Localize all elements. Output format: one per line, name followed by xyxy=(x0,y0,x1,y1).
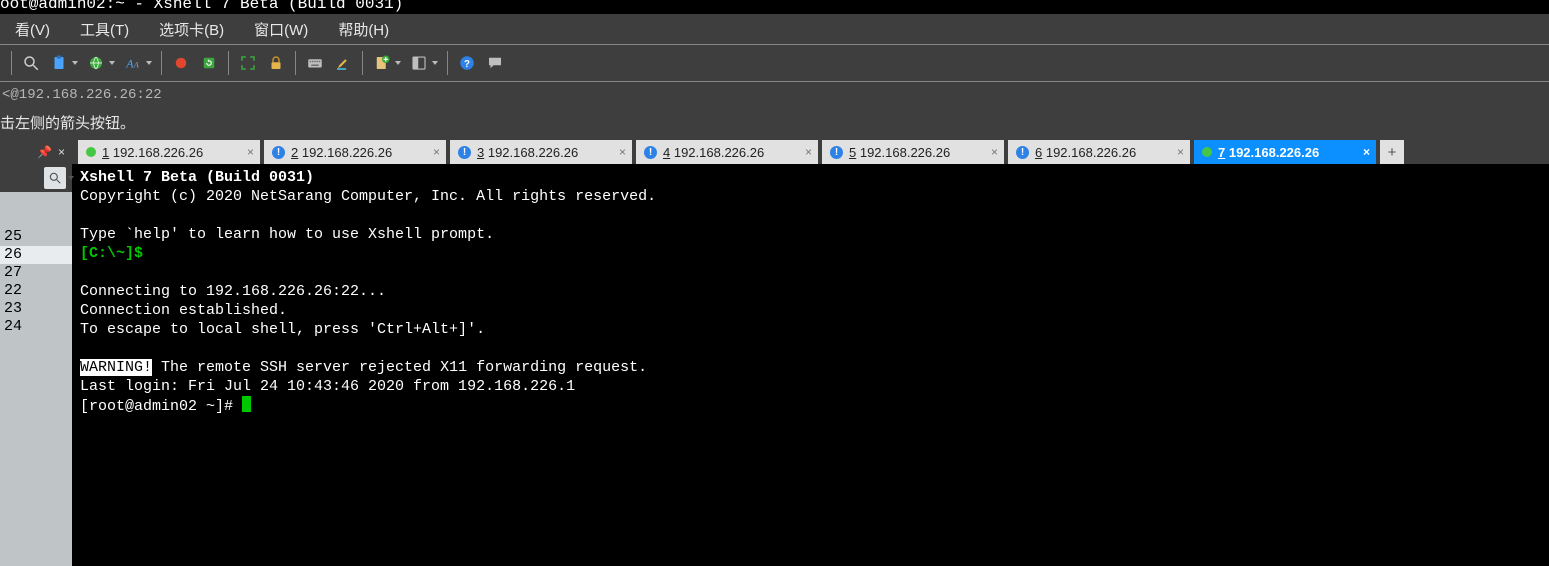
toolbar-separator xyxy=(11,51,12,75)
tab-strip: 1 192.168.226.26 ×! 2 192.168.226.26 ×! 3 19… xyxy=(72,140,1549,164)
term-warning-badge: WARNING! xyxy=(80,359,152,376)
term-line: To escape to local shell, press 'Ctrl+Al… xyxy=(80,321,485,338)
tab-label: 7 192.168.226.26 xyxy=(1218,145,1357,160)
refresh-icon[interactable] xyxy=(196,50,222,76)
term-prompt: [C:\~]$ xyxy=(80,245,143,262)
window-title: oot@admin02:~ - Xshell 7 Beta (Build 003… xyxy=(0,0,1549,14)
tab-close-icon[interactable]: × xyxy=(805,145,812,159)
tab-label: 5 192.168.226.26 xyxy=(849,145,985,160)
sidebar-session-item[interactable]: 22 xyxy=(0,282,72,300)
keyboard-icon[interactable] xyxy=(302,50,328,76)
term-line: Connecting to 192.168.226.26:22... xyxy=(80,283,386,300)
toolbar-separator xyxy=(228,51,229,75)
dropdown-icon[interactable] xyxy=(146,61,152,65)
alert-icon: ! xyxy=(644,146,657,159)
tab-label: 2 192.168.226.26 xyxy=(291,145,427,160)
tab-close-icon[interactable]: × xyxy=(1177,145,1184,159)
toolbar-separator xyxy=(362,51,363,75)
menu-window[interactable]: 窗口(W) xyxy=(239,19,323,40)
toolbar-separator xyxy=(447,51,448,75)
dropdown-icon[interactable] xyxy=(395,61,401,65)
term-line: The remote SSH server rejected X11 forwa… xyxy=(152,359,647,376)
menu-tabs[interactable]: 选项卡(B) xyxy=(144,19,239,40)
highlight-icon[interactable] xyxy=(330,50,356,76)
tab-label: 4 192.168.226.26 xyxy=(663,145,799,160)
session-tab[interactable]: 7 192.168.226.26 × xyxy=(1194,140,1376,164)
font-icon[interactable]: AA xyxy=(120,50,146,76)
term-prompt: [root@admin02 ~]# xyxy=(80,398,242,415)
toolbar: AA ? xyxy=(0,44,1549,82)
dropdown-icon[interactable] xyxy=(432,61,438,65)
layout-icon[interactable] xyxy=(406,50,432,76)
tab-label: 6 192.168.226.26 xyxy=(1035,145,1171,160)
alert-icon: ! xyxy=(272,146,285,159)
tab-label: 3 192.168.226.26 xyxy=(477,145,613,160)
menu-help[interactable]: 帮助(H) xyxy=(323,19,404,40)
sidebar-session-item[interactable]: 25 xyxy=(0,228,72,246)
alert-icon: ! xyxy=(830,146,843,159)
pin-icon[interactable]: 📌 xyxy=(37,145,52,159)
svg-text:A: A xyxy=(133,61,140,70)
dropdown-icon[interactable] xyxy=(68,176,74,180)
tab-close-icon[interactable]: × xyxy=(1363,145,1370,159)
help-icon[interactable]: ? xyxy=(454,50,480,76)
dropdown-icon[interactable] xyxy=(109,61,115,65)
toolbar-separator xyxy=(295,51,296,75)
clipboard-icon[interactable] xyxy=(46,50,72,76)
hint-text: 击左侧的箭头按钮。 xyxy=(0,108,1549,140)
cursor-icon xyxy=(242,396,251,412)
session-sidebar: 📌 × 252627222324 xyxy=(0,140,72,566)
status-dot-icon xyxy=(86,147,96,157)
lock-icon[interactable] xyxy=(263,50,289,76)
sidebar-search-icon[interactable] xyxy=(44,167,66,189)
svg-text:?: ? xyxy=(464,59,470,70)
tab-close-icon[interactable]: × xyxy=(991,145,998,159)
session-tab[interactable]: ! 2 192.168.226.26 × xyxy=(264,140,446,164)
menu-tools[interactable]: 工具(T) xyxy=(65,19,144,40)
sidebar-session-item[interactable]: 26 xyxy=(0,246,72,264)
sidebar-controls: 📌 × xyxy=(0,140,72,164)
sidebar-session-item[interactable]: 27 xyxy=(0,264,72,282)
sidebar-session-item[interactable]: 23 xyxy=(0,300,72,318)
menu-bar: 看(V) 工具(T) 选项卡(B) 窗口(W) 帮助(H) xyxy=(0,14,1549,44)
address-bar[interactable]: <@192.168.226.26:22 xyxy=(0,82,1549,108)
fullscreen-icon[interactable] xyxy=(235,50,261,76)
new-tab-button[interactable]: + xyxy=(1380,140,1404,164)
tab-close-icon[interactable]: × xyxy=(433,145,440,159)
terminal[interactable]: Xshell 7 Beta (Build 0031) Copyright (c)… xyxy=(72,164,1549,566)
close-icon[interactable]: × xyxy=(58,145,65,159)
tab-label: 1 192.168.226.26 xyxy=(102,145,241,160)
term-line: Type `help' to learn how to use Xshell p… xyxy=(80,226,494,243)
new-file-icon[interactable] xyxy=(369,50,395,76)
session-tab[interactable]: ! 6 192.168.226.26 × xyxy=(1008,140,1190,164)
menu-view[interactable]: 看(V) xyxy=(0,19,65,40)
term-line: Last login: Fri Jul 24 10:43:46 2020 fro… xyxy=(80,378,575,395)
term-line: Connection established. xyxy=(80,302,287,319)
dropdown-icon[interactable] xyxy=(72,61,78,65)
session-tab[interactable]: ! 3 192.168.226.26 × xyxy=(450,140,632,164)
status-dot-icon xyxy=(1202,147,1212,157)
term-header: Xshell 7 Beta (Build 0031) xyxy=(80,169,314,186)
web-icon[interactable] xyxy=(83,50,109,76)
tab-close-icon[interactable]: × xyxy=(247,145,254,159)
alert-icon: ! xyxy=(458,146,471,159)
find-icon[interactable] xyxy=(18,50,44,76)
toolbar-separator xyxy=(161,51,162,75)
session-tab[interactable]: ! 4 192.168.226.26 × xyxy=(636,140,818,164)
session-tab[interactable]: ! 5 192.168.226.26 × xyxy=(822,140,1004,164)
alert-icon: ! xyxy=(1016,146,1029,159)
chat-icon[interactable] xyxy=(482,50,508,76)
svg-text:A: A xyxy=(125,57,134,71)
term-line: Copyright (c) 2020 NetSarang Computer, I… xyxy=(80,188,656,205)
session-tab[interactable]: 1 192.168.226.26 × xyxy=(78,140,260,164)
sidebar-session-item[interactable]: 24 xyxy=(0,318,72,336)
record-icon[interactable] xyxy=(168,50,194,76)
tab-close-icon[interactable]: × xyxy=(619,145,626,159)
